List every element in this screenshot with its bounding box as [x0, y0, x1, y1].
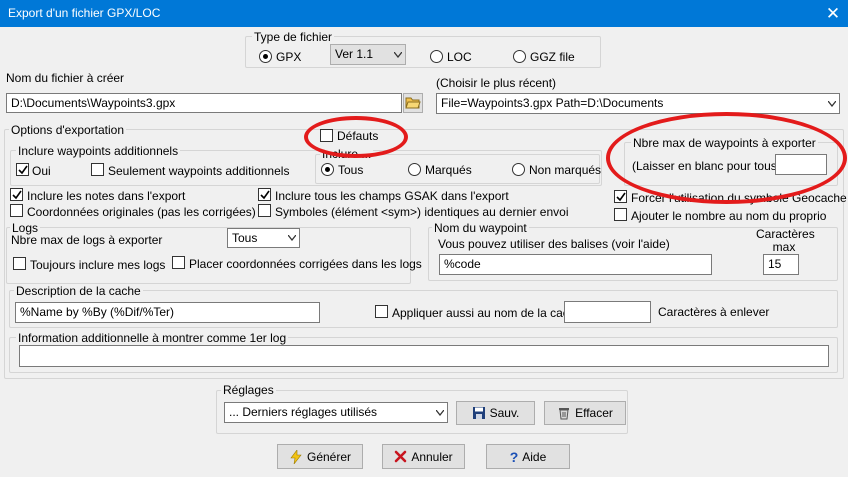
settings-legend: Réglages [221, 383, 276, 397]
filename-label: Nom du fichier à créer [6, 71, 125, 85]
browse-button[interactable] [403, 93, 423, 113]
check-icon [11, 190, 22, 199]
symbols-checkbox[interactable] [258, 204, 271, 217]
description-input[interactable]: %Name by %By (%Dif/%Ter) [15, 302, 320, 323]
recent-selected: File=Waypoints3.gpx Path=D:\Documents [441, 96, 664, 110]
loc-radio[interactable] [430, 50, 443, 63]
max-chars-label: Caractères max [756, 227, 815, 254]
title-bar: Export d'un fichier GPX/LOC ✕ [0, 0, 848, 27]
gpx-label: GPX [276, 50, 302, 64]
apply-name-checkbox[interactable] [375, 305, 388, 318]
tous-label: Tous [338, 163, 364, 177]
help-button[interactable]: ? Aide [486, 444, 570, 469]
help-question-icon: ? [509, 448, 519, 465]
corrected-coords-label: Placer coordonnées corrigées dans les lo… [189, 257, 422, 271]
max-waypoints-hint: (Laisser en blanc pour tous) [632, 159, 781, 173]
folder-open-icon [405, 97, 421, 109]
defaults-label: Défauts [337, 129, 379, 143]
oui-checkbox[interactable] [16, 163, 29, 176]
lightning-icon [290, 449, 302, 464]
marques-label: Marqués [425, 163, 472, 177]
recent-label: (Choisir le plus récent) [436, 76, 557, 90]
settings-select[interactable]: ... Derniers réglages utilisés [224, 402, 448, 423]
additional-info-input[interactable] [19, 345, 829, 367]
original-coords-checkbox[interactable] [10, 204, 23, 217]
filename-input[interactable]: D:\Documents\Waypoints3.gpx [6, 93, 402, 113]
settings-selected: ... Derniers réglages utilisés [229, 405, 378, 419]
description-legend: Description de la cache [14, 284, 143, 298]
always-mine-checkbox[interactable] [13, 257, 26, 270]
include-gsak-label: Inclure tous les champs GSAK dans l'expo… [275, 189, 509, 203]
additional-waypoints-legend: Inclure waypoints additionnels [16, 144, 181, 158]
non-marques-label: Non marqués [529, 163, 602, 177]
chevron-down-icon [436, 409, 444, 416]
logs-max-label: Nbre max de logs à exporter [11, 233, 163, 247]
waypoint-name-input[interactable]: %code [439, 254, 712, 275]
floppy-disk-icon [472, 407, 485, 419]
ggz-radio[interactable] [513, 50, 526, 63]
check-icon [17, 165, 28, 174]
include-notes-label: Inclure les notes dans l'export [27, 189, 186, 203]
loc-label: LOC [447, 50, 472, 64]
file-type-legend: Type de fichier [252, 30, 335, 44]
defaults-checkbox[interactable] [320, 129, 333, 142]
non-marques-radio[interactable] [512, 163, 525, 176]
additional-info-legend: Information additionnelle à montrer comm… [16, 331, 289, 345]
clear-settings-label: Effacer [575, 406, 613, 420]
include-gsak-checkbox[interactable] [258, 188, 271, 201]
logs-max-select[interactable]: Tous [227, 228, 300, 248]
always-mine-label: Toujours inclure mes logs [30, 258, 166, 272]
check-icon [615, 192, 626, 201]
force-symbol-checkbox[interactable] [614, 190, 627, 203]
version-selected: Ver 1.1 [335, 47, 374, 61]
trash-icon [559, 408, 570, 420]
close-icon[interactable]: ✕ [818, 0, 848, 27]
generate-label: Générer [306, 449, 352, 464]
waypoint-name-hint: Vous pouvez utiliser des balises (voir l… [438, 237, 670, 251]
logs-max-selected: Tous [232, 231, 258, 245]
waypoint-name-legend: Nom du waypoint [432, 221, 529, 235]
remove-chars-label: Caractères à enlever [658, 305, 770, 319]
max-chars-input[interactable]: 15 [763, 254, 799, 275]
help-label: Aide [522, 449, 547, 464]
corrected-coords-checkbox[interactable] [172, 256, 185, 269]
chevron-down-icon [394, 51, 402, 58]
only-additional-label: Seulement waypoints additionnels [108, 164, 290, 178]
cancel-button[interactable]: Annuler [382, 444, 465, 469]
ggz-label: GGZ file [530, 50, 575, 64]
max-waypoints-input[interactable] [775, 154, 827, 175]
add-number-label: Ajouter le nombre au nom du proprio [631, 209, 827, 223]
include-notes-checkbox[interactable] [10, 188, 23, 201]
window-title: Export d'un fichier GPX/LOC [8, 6, 161, 20]
save-settings-button[interactable]: Sauv. [456, 401, 535, 425]
oui-label: Oui [32, 164, 51, 178]
recent-select[interactable]: File=Waypoints3.gpx Path=D:\Documents [436, 93, 840, 114]
only-additional-checkbox[interactable] [91, 163, 104, 176]
force-symbol-label: Forcer l'utilisation du symbole Geocache [631, 191, 847, 205]
marques-radio[interactable] [408, 163, 421, 176]
clear-settings-button[interactable]: Effacer [544, 401, 626, 425]
chevron-down-icon [288, 235, 296, 241]
add-number-checkbox[interactable] [614, 208, 627, 221]
cancel-label: Annuler [411, 449, 453, 464]
export-options-legend: Options d'exportation [9, 123, 127, 137]
chevron-down-icon [828, 100, 836, 107]
include-legend: Inclure ... [320, 147, 374, 161]
generate-button[interactable]: Générer [277, 444, 363, 469]
version-select[interactable]: Ver 1.1 [330, 44, 406, 65]
gpx-radio[interactable] [259, 50, 272, 63]
save-settings-label: Sauv. [489, 406, 520, 420]
apply-name-label: Appliquer aussi au nom de la cache [392, 306, 583, 320]
remove-chars-input[interactable] [564, 301, 651, 323]
max-waypoints-legend: Nbre max de waypoints à exporter [631, 136, 818, 150]
check-icon [259, 190, 270, 199]
original-coords-label: Coordonnées originales (pas les corrigée… [27, 205, 256, 219]
symbols-label: Symboles (élément <sym>) identiques au d… [275, 205, 569, 219]
red-x-icon [395, 450, 407, 463]
tous-radio[interactable] [321, 163, 334, 176]
